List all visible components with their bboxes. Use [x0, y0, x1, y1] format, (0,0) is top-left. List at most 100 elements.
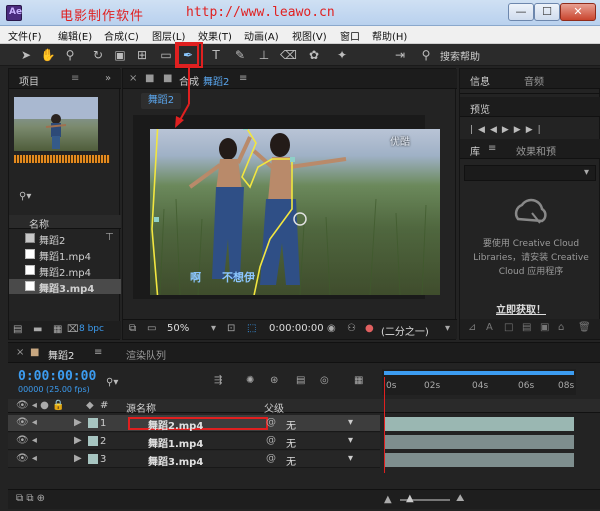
brush-tool-icon[interactable]: ✎: [232, 47, 248, 63]
composition-subtab[interactable]: 舞蹈2: [141, 93, 181, 109]
project-item[interactable]: 舞蹈1.mp4: [9, 247, 121, 263]
resolution-dropdown[interactable]: (二分之一): [381, 323, 429, 338]
search-help-icon[interactable]: ⚲: [418, 47, 434, 63]
layer-label-color[interactable]: [88, 454, 98, 464]
lock-icon[interactable]: ■: [145, 73, 154, 84]
project-item-selected[interactable]: 舞蹈3.mp4: [9, 279, 121, 295]
maximize-button[interactable]: ☐: [534, 3, 560, 21]
chevron-down-icon[interactable]: ▾: [348, 417, 353, 428]
parent-column-label[interactable]: 父级: [264, 400, 284, 415]
eye-icon[interactable]: 👁 ◂: [16, 417, 37, 428]
work-area-bar[interactable]: [384, 371, 574, 375]
roto-brush-tool-icon[interactable]: ✿: [306, 47, 322, 63]
color-icon[interactable]: □: [504, 322, 513, 333]
name-column-label[interactable]: 名称: [29, 216, 49, 231]
always-preview-icon[interactable]: ⧉: [129, 323, 136, 334]
stock-icon[interactable]: ▣: [540, 322, 549, 333]
library-dropdown[interactable]: ▾: [464, 165, 596, 181]
preview-tab[interactable]: 预览: [470, 101, 490, 116]
hand-tool-icon[interactable]: ✋: [40, 47, 56, 63]
parent-dropdown[interactable]: 无: [286, 435, 296, 450]
effects-tab[interactable]: 效果和预: [516, 143, 556, 158]
pick-whip-icon[interactable]: @: [266, 435, 276, 446]
show-snapshot-icon[interactable]: ⚇: [347, 323, 356, 334]
menu-view[interactable]: 视图(V): [292, 28, 327, 43]
graphic-icon[interactable]: ▤: [522, 322, 531, 333]
draft-3d-icon[interactable]: ✺: [246, 375, 254, 386]
menu-help[interactable]: 帮助(H): [372, 28, 407, 43]
preview-controls[interactable]: |◀◀▶▶▶|: [470, 125, 546, 135]
flowchart-icon[interactable]: ⊤: [105, 232, 114, 243]
panel-menu-icon[interactable]: ≡: [239, 73, 247, 84]
parent-dropdown[interactable]: 无: [286, 417, 296, 432]
trash-icon[interactable]: 🗑: [578, 322, 591, 333]
new-folder-icon[interactable]: ▬: [33, 324, 42, 335]
new-composition-icon[interactable]: ▦: [53, 324, 62, 335]
composition-tab[interactable]: 合成: [179, 73, 199, 88]
eye-icon[interactable]: 👁 ◂: [16, 435, 37, 446]
time-ruler[interactable]: 0s 02s 04s 06s 08s: [382, 369, 576, 395]
eraser-tool-icon[interactable]: ⌫: [280, 47, 297, 63]
playhead[interactable]: [384, 377, 385, 473]
rotate-tool-icon[interactable]: ↻: [90, 47, 106, 63]
snapshot-icon[interactable]: ◉: [327, 323, 336, 334]
panel-expand-icon[interactable]: »: [105, 73, 111, 84]
layer-row[interactable]: 👁 ◂ ▶ 1 舞蹈2.mp4 @ 无 ▾: [8, 415, 380, 432]
graph-editor-icon[interactable]: ▦: [354, 375, 363, 386]
camera-tool-icon[interactable]: ▣: [112, 47, 128, 63]
project-item[interactable]: 舞蹈2.mp4: [9, 263, 121, 279]
timeline-search-icon[interactable]: ⚲▾: [106, 377, 118, 388]
source-name-column-label[interactable]: 源名称: [126, 400, 156, 415]
menu-file[interactable]: 文件(F): [8, 28, 42, 43]
composition-tab-name[interactable]: 舞蹈2: [203, 73, 229, 88]
close-button[interactable]: ✕: [560, 3, 596, 21]
parent-dropdown[interactable]: 无: [286, 453, 296, 468]
layer-name[interactable]: 舞蹈3.mp4: [148, 453, 203, 468]
rectangle-tool-icon[interactable]: ▭: [158, 47, 174, 63]
visibility-column-icon[interactable]: 👁 ◂ ● 🔒: [16, 400, 64, 411]
menu-composition[interactable]: 合成(C): [104, 28, 139, 43]
pick-whip-icon[interactable]: @: [266, 417, 276, 428]
hide-shy-icon[interactable]: ⊛: [270, 375, 278, 386]
add-item-icon[interactable]: ⊿: [468, 322, 476, 333]
timeline-current-time[interactable]: 0:00:00:00: [18, 369, 96, 384]
mask-visibility-icon[interactable]: ⬚: [247, 323, 256, 334]
layer-duration-bar[interactable]: [384, 417, 574, 431]
chevron-down-icon[interactable]: ▾: [211, 323, 216, 334]
motion-blur-icon[interactable]: ◎: [320, 375, 329, 386]
eye-icon[interactable]: 👁 ◂: [16, 453, 37, 464]
toggle-switches-icon[interactable]: ⧉ ⧉ ⊕: [16, 493, 45, 504]
expand-arrow-icon[interactable]: ▶: [74, 435, 82, 446]
grid-icon[interactable]: ⊡: [227, 323, 235, 334]
label-column-icon[interactable]: ◆: [86, 400, 94, 411]
frame-blending-icon[interactable]: ▤: [296, 375, 305, 386]
puppet-pin-tool-icon[interactable]: ✦: [334, 47, 350, 63]
pen-tool-icon[interactable]: ✒: [177, 44, 199, 66]
layer-label-color[interactable]: [88, 418, 98, 428]
workspace-menu-icon[interactable]: ⇥: [392, 47, 408, 63]
zoom-dropdown[interactable]: 50%: [167, 323, 189, 334]
zoom-tool-icon[interactable]: ⚲: [62, 47, 78, 63]
project-tab[interactable]: 项目: [19, 73, 39, 88]
pan-behind-tool-icon[interactable]: ⊞: [134, 47, 150, 63]
project-search-icon[interactable]: ⚲▾: [19, 191, 35, 202]
zoom-slider-thumb[interactable]: ▲: [406, 493, 414, 504]
chevron-down-icon[interactable]: ▾: [348, 435, 353, 446]
timeline-tab[interactable]: 舞蹈2: [48, 347, 74, 362]
delete-icon[interactable]: ⌧: [67, 324, 79, 335]
info-tab[interactable]: 信息: [470, 73, 490, 88]
channel-icon[interactable]: ●: [365, 323, 374, 334]
text-tool-icon[interactable]: T: [208, 47, 224, 63]
chevron-down-icon[interactable]: ▾: [445, 323, 450, 334]
chevron-down-icon[interactable]: ▾: [348, 453, 353, 464]
library-tab[interactable]: 库: [470, 143, 480, 158]
zoom-in-icon[interactable]: ⛰: [456, 493, 464, 504]
menu-window[interactable]: 窗口: [340, 28, 360, 43]
bit-depth-label[interactable]: 8 bpc: [79, 324, 104, 334]
panel-menu-icon[interactable]: ≡: [488, 143, 496, 154]
sync-icon[interactable]: ⌂: [558, 322, 564, 333]
layer-duration-bar[interactable]: [384, 435, 574, 449]
interpret-footage-icon[interactable]: ▤: [13, 324, 22, 335]
menu-layer[interactable]: 图层(L): [152, 28, 185, 43]
layer-name[interactable]: 舞蹈2.mp4: [148, 417, 203, 432]
